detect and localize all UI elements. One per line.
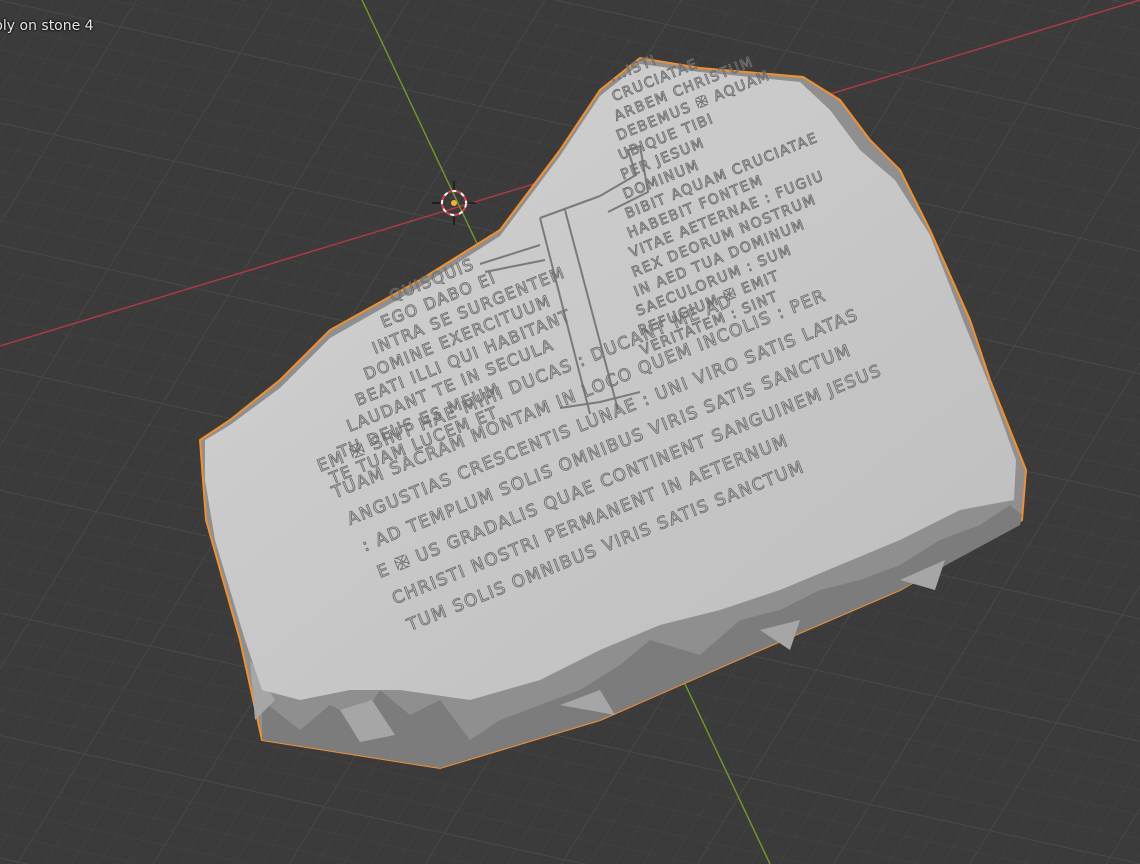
viewport-scene[interactable]: ...ISTICRUCIATAEARBEM CHRISTUMDEBEMUS ✠ … xyxy=(0,0,1140,864)
3d-viewport[interactable]: ...ISTI CRUCIATAE ARBEM CHRISTUM DEBEMUS ✠ … xyxy=(0,0,1140,864)
object-info-label: bly on stone 4 xyxy=(0,18,94,34)
